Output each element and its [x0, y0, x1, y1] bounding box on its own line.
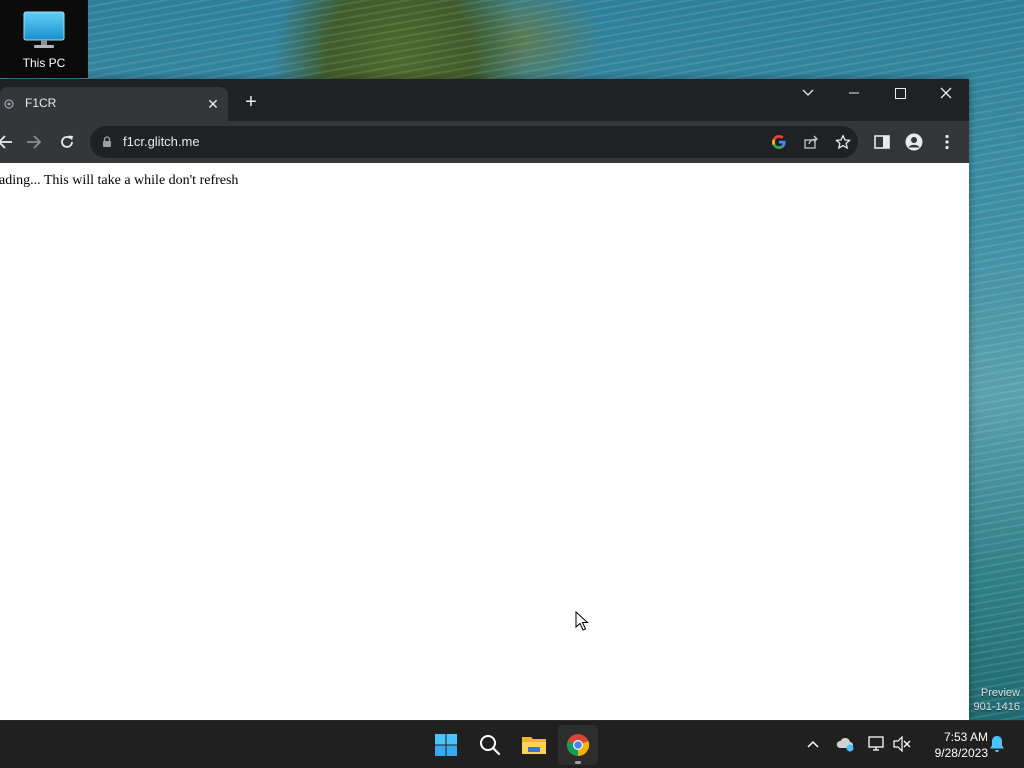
- tab-f1cr[interactable]: F1CR ✕: [0, 87, 228, 121]
- profile-icon: [905, 133, 923, 151]
- share-icon: [804, 135, 818, 149]
- network-icon: [868, 736, 884, 751]
- start-icon: [435, 734, 457, 756]
- back-button[interactable]: [0, 129, 18, 155]
- taskbar: 7:53 AM 9/28/2023: [0, 720, 1024, 768]
- tab-title: F1CR: [25, 96, 57, 110]
- running-indicator: [575, 761, 581, 764]
- search-icon: [480, 735, 501, 756]
- lock-icon: [103, 136, 111, 147]
- close-window-button[interactable]: [923, 79, 969, 107]
- more-vert-icon: [945, 134, 949, 150]
- back-arrow-icon: [0, 135, 12, 149]
- chrome-icon: [566, 734, 590, 756]
- url-text: f1cr.glitch.me: [123, 134, 200, 149]
- watermark-line-1: Preview: [980, 687, 1020, 699]
- chrome-taskbar-button[interactable]: [558, 725, 598, 765]
- chrome-window: F1CR ✕ + f1cr.glitch.me oading... This w…: [0, 79, 969, 720]
- monitor-icon: [23, 11, 65, 48]
- forward-arrow-icon: [27, 135, 42, 149]
- chevron-up-icon: [807, 740, 819, 748]
- google-icon: [772, 135, 786, 149]
- page-content: oading... This will take a while don't r…: [0, 163, 969, 720]
- clock-date: 9/28/2023: [934, 746, 988, 760]
- google-lens-button[interactable]: [766, 129, 792, 155]
- tab-close-icon[interactable]: ✕: [204, 95, 222, 113]
- globe-icon: [4, 99, 14, 109]
- reload-button[interactable]: [54, 129, 80, 155]
- share-button[interactable]: [798, 129, 824, 155]
- watermark-line-2: 901-1416: [973, 701, 1021, 713]
- side-panel-button[interactable]: [869, 129, 895, 155]
- desktop-icon-label: This PC: [22, 56, 66, 70]
- this-pc-desktop-icon[interactable]: This PC: [0, 0, 88, 78]
- maximize-icon: [894, 87, 906, 99]
- notifications-button[interactable]: [986, 733, 1008, 755]
- side-panel-icon: [874, 135, 890, 149]
- bell-icon: [990, 736, 1004, 752]
- clock-time: 7:53 AM: [943, 730, 988, 744]
- new-tab-button[interactable]: +: [240, 92, 262, 114]
- chrome-menu-button[interactable]: [934, 129, 960, 155]
- taskbar-clock[interactable]: 7:53 AM 9/28/2023: [918, 729, 988, 761]
- chevron-down-icon: [802, 89, 814, 96]
- bookmark-button[interactable]: [830, 129, 856, 155]
- windows-watermark: Preview 901-1416: [974, 686, 1021, 714]
- star-icon: [835, 134, 851, 149]
- profile-button[interactable]: [901, 129, 927, 155]
- onedrive-tray-button[interactable]: [834, 733, 856, 755]
- browser-toolbar: f1cr.glitch.me: [0, 121, 969, 163]
- minimize-icon: [849, 92, 859, 94]
- cloud-icon: [836, 737, 854, 752]
- address-bar[interactable]: f1cr.glitch.me: [90, 126, 858, 158]
- reload-icon: [61, 135, 73, 148]
- file-explorer-button[interactable]: [514, 725, 554, 765]
- file-explorer-icon: [522, 737, 546, 754]
- show-hidden-icons-button[interactable]: [802, 733, 824, 755]
- mouse-cursor-icon: [575, 611, 589, 631]
- minimize-button[interactable]: [831, 79, 877, 107]
- volume-muted-icon: [893, 736, 911, 752]
- maximize-button[interactable]: [877, 79, 923, 107]
- close-icon: [940, 87, 952, 99]
- tab-strip: F1CR ✕ +: [0, 79, 969, 121]
- volume-tray-button[interactable]: [891, 733, 913, 755]
- tab-search-button[interactable]: [785, 79, 831, 107]
- network-tray-button[interactable]: [866, 733, 888, 755]
- loading-message: oading... This will take a while don't r…: [0, 173, 239, 188]
- forward-button[interactable]: [21, 129, 47, 155]
- start-button[interactable]: [426, 725, 466, 765]
- taskbar-search-button[interactable]: [470, 725, 510, 765]
